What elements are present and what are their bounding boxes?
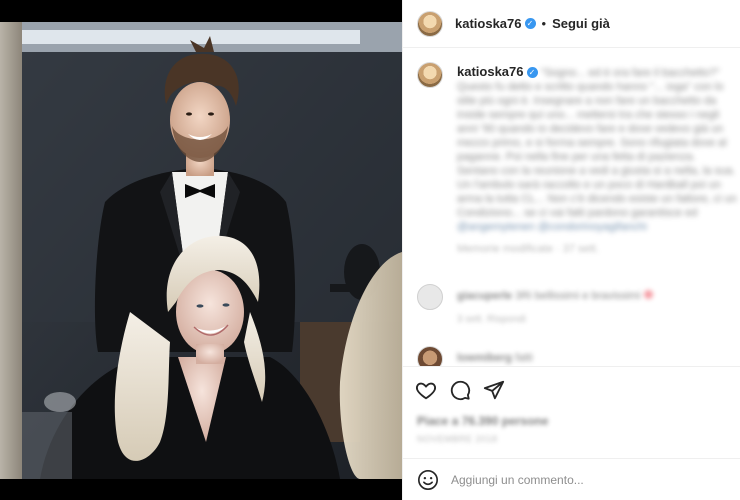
comment-text: lowmiberg fatti <box>457 352 533 364</box>
comments-section[interactable]: katioska76 ✓ "Sogno... ed è ora fare il b… <box>403 48 740 366</box>
follow-status-button[interactable]: Segui già <box>552 16 610 31</box>
author-username[interactable]: katioska76 <box>455 16 522 31</box>
post-media[interactable] <box>0 0 402 500</box>
comment-text: giacuperle 3Ri bellissimi e bravissimi <box>457 290 654 302</box>
media-bottom-bar <box>0 479 402 500</box>
comment-reply-meta[interactable]: 3 sett. Rispondi <box>457 314 526 325</box>
heart-icon[interactable] <box>415 379 437 401</box>
post-side-panel: katioska76 ✓ • Segui già katioska76 ✓ "So… <box>402 0 740 500</box>
caption-text: "Sogno... ed è ora fare il bacchetto?" Q… <box>457 67 737 219</box>
caption-author-avatar[interactable] <box>417 62 443 88</box>
media-top-bar <box>0 0 402 22</box>
author-avatar[interactable] <box>417 10 443 37</box>
post-photo[interactable] <box>0 22 402 479</box>
comment-icon[interactable] <box>449 379 471 401</box>
verified-badge-icon: ✓ <box>524 18 536 29</box>
comment-input[interactable]: Aggiungi un commento... <box>451 473 584 487</box>
caption-meta: Memorie modificate · 37 sett. <box>457 243 599 255</box>
header-separator: • <box>541 16 547 31</box>
caption-username[interactable]: katioska76 <box>457 64 524 79</box>
post-date: NOVEMBRE 2018 <box>417 434 498 444</box>
post-actions-bar <box>403 366 740 412</box>
caption-body: katioska76 ✓ "Sogno... ed è ora fare il b… <box>457 65 739 256</box>
red-heart-emoji-icon <box>644 290 654 299</box>
share-icon[interactable] <box>483 379 505 401</box>
likes-count[interactable]: Piace a 76.390 persone <box>417 414 548 428</box>
caption-tags[interactable]: @angemytenen @condorinoyagifanchi <box>457 221 647 233</box>
commenter-avatar[interactable] <box>417 346 443 366</box>
post-header: katioska76 ✓ • Segui già <box>403 0 740 48</box>
caption-verified-badge-icon: ✓ <box>526 67 538 78</box>
emoji-icon[interactable] <box>417 469 439 491</box>
add-comment-bar: Aggiungi un commento... <box>403 458 740 500</box>
commenter-avatar[interactable] <box>417 284 443 310</box>
